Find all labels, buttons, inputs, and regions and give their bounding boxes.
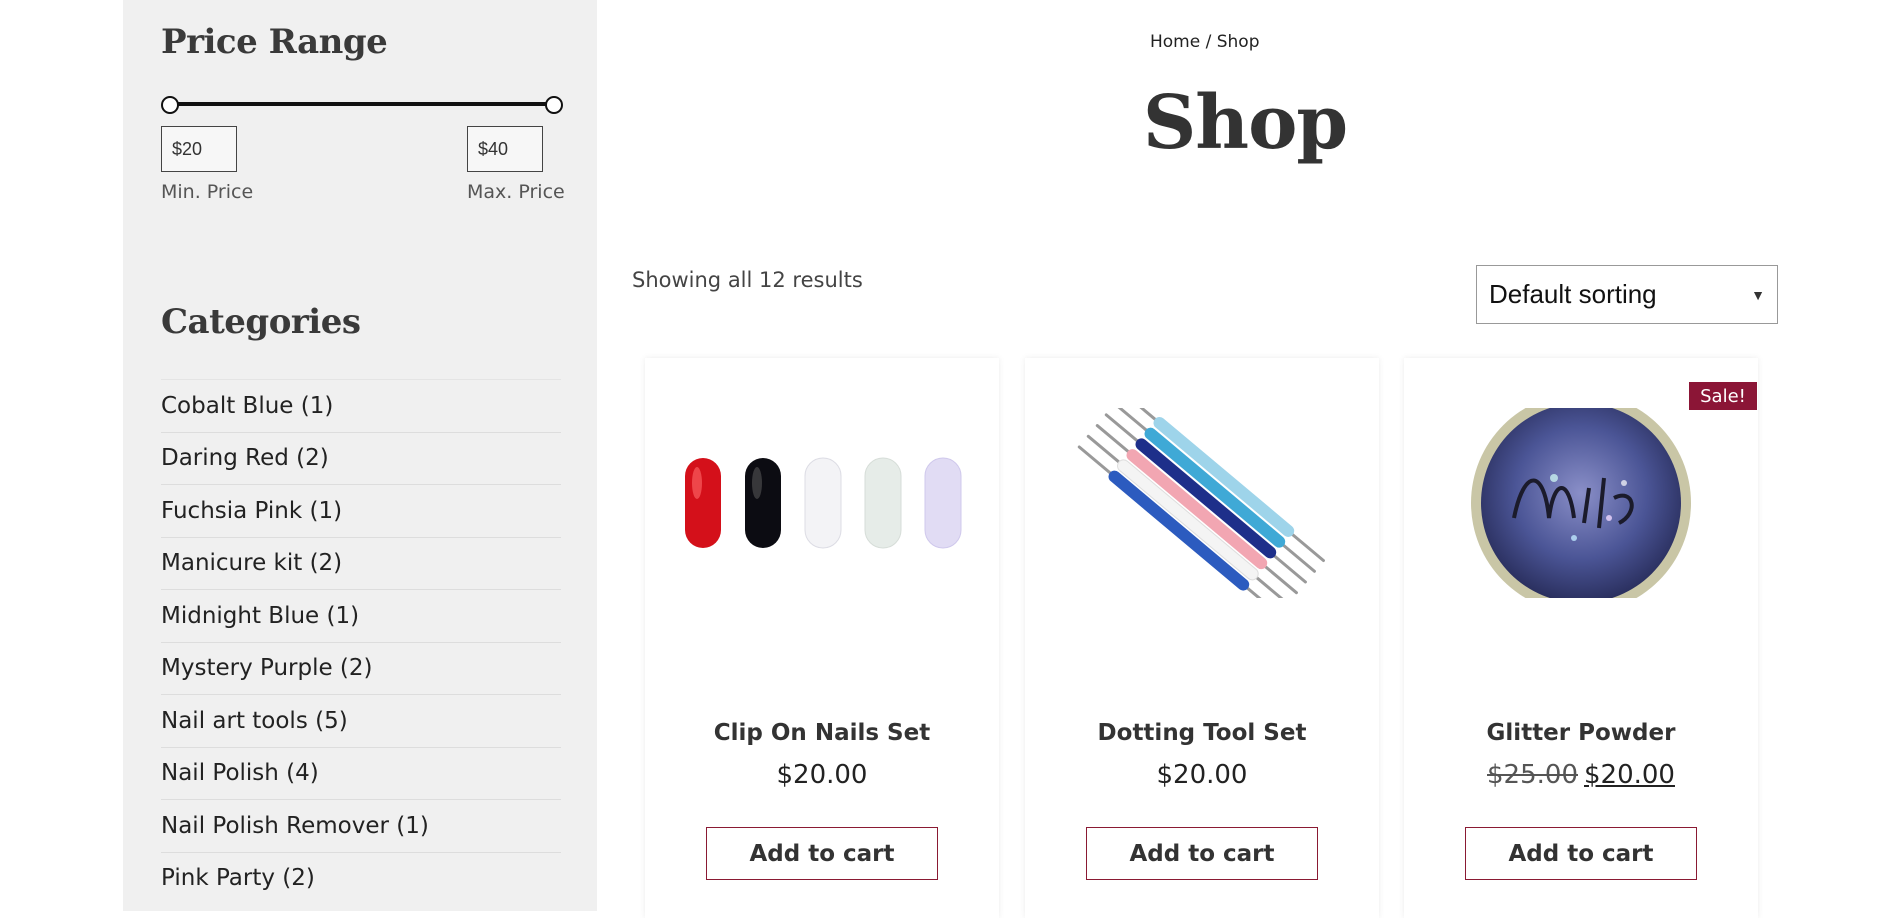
price-current: $20.00 (1156, 760, 1248, 790)
product-price: $25.00 $20.00 (1404, 760, 1758, 790)
product-price: $20.00 (1025, 760, 1379, 790)
add-to-cart-button[interactable]: Add to cart (1086, 827, 1318, 880)
category-item[interactable]: Midnight Blue (1) (161, 589, 561, 642)
category-item[interactable]: Cobalt Blue (1) (161, 379, 561, 432)
product-name[interactable]: Glitter Powder (1404, 720, 1758, 746)
add-to-cart-button[interactable]: Add to cart (1465, 827, 1697, 880)
product-card[interactable]: Clip On Nails Set $20.00 Add to cart (645, 358, 999, 918)
add-to-cart-button[interactable]: Add to cart (706, 827, 938, 880)
sidebar: Price Range $20 $40 Min. Price Max. Pric… (123, 0, 597, 911)
min-price-handle[interactable] (161, 96, 179, 114)
category-item[interactable]: Nail Polish (4) (161, 746, 561, 800)
page-title: Shop (1142, 80, 1348, 166)
glitter-jar-image[interactable] (1404, 408, 1758, 598)
sort-select-value: Default sorting (1489, 279, 1657, 309)
max-price-field[interactable]: $40 (467, 126, 543, 172)
chevron-down-icon: ▼ (1751, 286, 1765, 303)
categories-title: Categories (161, 302, 361, 342)
category-item[interactable]: Fuchsia Pink (1) (161, 484, 561, 537)
max-price-label: Max. Price (467, 181, 565, 203)
min-price-field[interactable]: $20 (161, 126, 237, 172)
price-original: $25.00 (1487, 760, 1578, 790)
results-count: Showing all 12 results (632, 268, 863, 292)
min-price-label: Min. Price (161, 181, 254, 203)
sale-badge: Sale! (1689, 382, 1757, 410)
category-item[interactable]: Nail Polish Remover (1) (161, 799, 561, 852)
category-item[interactable]: Manicure kit (2) (161, 536, 561, 590)
dotting-tools-image[interactable] (1025, 408, 1379, 598)
price-range-title: Price Range (161, 22, 388, 62)
slider-track (169, 102, 553, 106)
breadcrumb[interactable]: Home / Shop (1150, 32, 1260, 52)
price-range-slider[interactable] (161, 96, 563, 114)
category-item[interactable]: Mystery Purple (2) (161, 641, 561, 695)
nail-tips-image[interactable] (645, 408, 999, 598)
product-card[interactable]: Dotting Tool Set $20.00 Add to cart (1025, 358, 1379, 918)
product-name[interactable]: Clip On Nails Set (645, 720, 999, 746)
product-price: $20.00 (645, 760, 999, 790)
category-item[interactable]: Daring Red (2) (161, 431, 561, 485)
price-sale: $20.00 (1584, 760, 1675, 790)
sort-select[interactable]: Default sorting ▼ (1476, 265, 1778, 324)
category-list: Cobalt Blue (1) Daring Red (2) Fuchsia P… (161, 379, 561, 904)
price-current: $20.00 (776, 760, 868, 790)
product-name[interactable]: Dotting Tool Set (1025, 720, 1379, 746)
product-card[interactable]: Glitter Powder $25.00 $20.00 Add to cart (1404, 358, 1758, 918)
max-price-handle[interactable] (545, 96, 563, 114)
category-item[interactable]: Nail art tools (5) (161, 694, 561, 747)
category-item[interactable]: Pink Party (2) (161, 851, 561, 905)
